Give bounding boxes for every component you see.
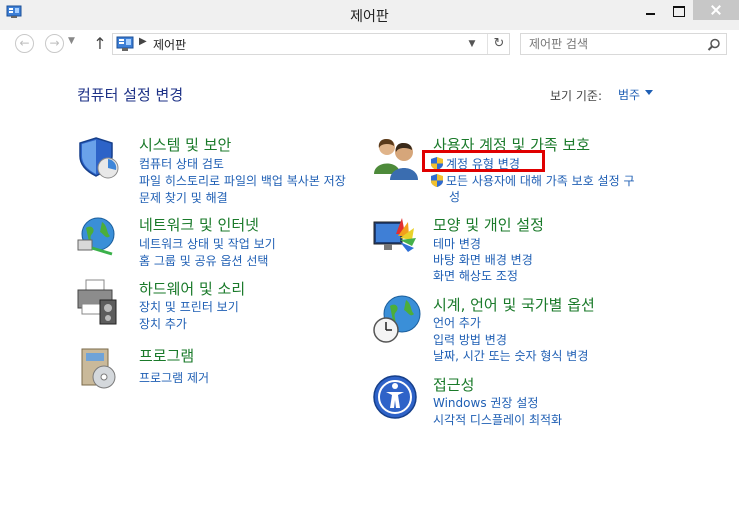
monitor-palette-icon[interactable]: [372, 214, 418, 260]
category-title[interactable]: 하드웨어 및 소리: [139, 278, 245, 299]
refresh-icon[interactable]: ↻: [487, 34, 510, 54]
chevron-down-icon[interactable]: ▼: [465, 37, 479, 51]
link-change-date-time-number-formats[interactable]: 날짜, 시간 또는 숫자 형식 변경: [433, 347, 588, 364]
globe-clock-icon[interactable]: [372, 294, 421, 343]
control-panel-icon: [116, 36, 134, 56]
link-family-safety-wrap[interactable]: 성: [449, 188, 460, 205]
uac-shield-icon: [431, 174, 443, 187]
view-by-dropdown[interactable]: 범주: [618, 86, 640, 103]
link-troubleshoot[interactable]: 문제 찾기 및 해결: [139, 189, 228, 206]
category-system-security: 시스템 및 보안 컴퓨터 상태 검토 파일 히스토리로 파일의 백업 복사본 저…: [76, 134, 376, 206]
category-title[interactable]: 접근성: [433, 374, 474, 395]
address-path[interactable]: 제어판: [153, 36, 186, 53]
link-change-theme[interactable]: 테마 변경: [433, 235, 481, 252]
search-icon[interactable]: [707, 37, 721, 51]
chevron-down-icon[interactable]: [645, 90, 653, 95]
search-input[interactable]: [529, 36, 699, 52]
link-windows-recommended-settings[interactable]: Windows 권장 설정: [433, 394, 538, 411]
link-devices-printers[interactable]: 장치 및 프린터 보기: [139, 298, 239, 315]
up-arrow-icon[interactable]: ↑: [92, 34, 108, 54]
link-add-language[interactable]: 언어 추가: [433, 314, 481, 331]
category-clock-language-region: 시계, 언어 및 국가별 옵션 언어 추가 입력 방법 변경 날짜, 시간 또는…: [372, 294, 672, 366]
link-add-device[interactable]: 장치 추가: [139, 315, 187, 332]
category-appearance: 모양 및 개인 설정 테마 변경 바탕 화면 배경 변경 화면 해상도 조정: [372, 214, 672, 284]
shield-icon[interactable]: [76, 134, 122, 180]
category-title[interactable]: 시계, 언어 및 국가별 옵션: [433, 294, 595, 315]
back-button[interactable]: ←: [15, 34, 34, 53]
link-change-desktop-background[interactable]: 바탕 화면 배경 변경: [433, 251, 533, 268]
link-label[interactable]: 모든 사용자에 대해 가족 보호 설정 구: [446, 174, 635, 188]
link-optimize-visual-display[interactable]: 시각적 디스플레이 최적화: [433, 411, 562, 428]
category-programs: 프로그램 프로그램 제거: [76, 345, 376, 395]
category-title[interactable]: 네트워크 및 인터넷: [139, 214, 259, 235]
window-title: 제어판: [350, 9, 389, 25]
programs-box-icon[interactable]: [76, 345, 122, 391]
category-title[interactable]: 프로그램: [139, 345, 194, 366]
maximize-button[interactable]: [665, 3, 691, 21]
address-bar[interactable]: ▶ 제어판 ▼ ↻: [112, 33, 510, 55]
navigation-bar: ← → ▼ ↑ ▶ 제어판 ▼ ↻: [0, 30, 739, 60]
view-by-label: 보기 기준:: [550, 89, 603, 103]
ease-of-access-icon[interactable]: [372, 374, 418, 420]
search-box[interactable]: [520, 33, 727, 55]
link-network-status[interactable]: 네트워크 상태 및 작업 보기: [139, 235, 276, 252]
category-network-internet: 네트워크 및 인터넷 네트워크 상태 및 작업 보기 홈 그룹 및 공유 옵션 …: [76, 214, 376, 270]
network-globe-icon[interactable]: [76, 214, 122, 260]
link-homegroup-sharing[interactable]: 홈 그룹 및 공유 옵션 선택: [139, 252, 268, 269]
forward-button[interactable]: →: [45, 34, 64, 53]
chevron-right-icon[interactable]: ▶: [139, 36, 147, 47]
users-icon[interactable]: [372, 134, 418, 180]
minimize-button[interactable]: [637, 3, 663, 21]
category-ease-of-access: 접근성 Windows 권장 설정 시각적 디스플레이 최적화: [372, 374, 672, 430]
link-family-safety[interactable]: 모든 사용자에 대해 가족 보호 설정 구: [431, 172, 635, 189]
recent-locations-icon[interactable]: ▼: [68, 36, 75, 46]
link-file-history-backup[interactable]: 파일 히스토리로 파일의 백업 복사본 저장: [139, 172, 346, 189]
link-adjust-resolution[interactable]: 화면 해상도 조정: [433, 267, 518, 284]
link-review-status[interactable]: 컴퓨터 상태 검토: [139, 155, 224, 172]
page-heading: 컴퓨터 설정 변경: [77, 86, 184, 104]
category-title[interactable]: 모양 및 개인 설정: [433, 214, 544, 235]
title-bar: 제어판: [0, 0, 739, 30]
link-change-input-methods[interactable]: 입력 방법 변경: [433, 331, 507, 348]
link-uninstall-program[interactable]: 프로그램 제거: [139, 369, 209, 386]
printer-icon[interactable]: [76, 278, 122, 325]
category-title[interactable]: 시스템 및 보안: [139, 134, 231, 155]
close-button[interactable]: [693, 0, 739, 20]
category-hardware-sound: 하드웨어 및 소리 장치 및 프린터 보기 장치 추가: [76, 278, 376, 334]
highlight-box: [422, 150, 545, 172]
